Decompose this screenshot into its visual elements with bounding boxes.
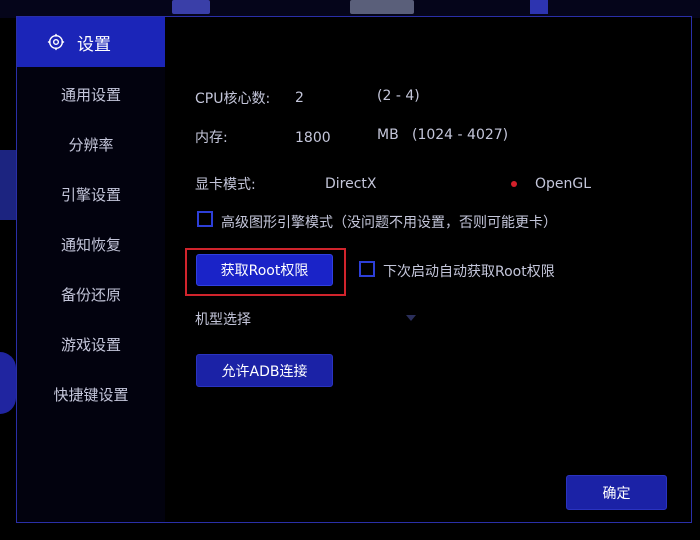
- device-model-label: 机型选择: [195, 312, 251, 328]
- sidebar-item-general[interactable]: 通用设置: [17, 84, 165, 105]
- memory-label: 内存:: [195, 130, 228, 146]
- sidebar-item-backup[interactable]: 备份还原: [17, 284, 165, 305]
- memory-range: (1024 - 4027): [412, 127, 509, 143]
- settings-sidebar: 设置 通用设置 分辨率 引擎设置 通知恢复 备份还原 游戏设置 快捷键设置: [17, 17, 165, 522]
- cpu-label: CPU核心数:: [195, 91, 271, 107]
- advanced-engine-checkbox[interactable]: [197, 211, 213, 227]
- sidebar-item-engine[interactable]: 引擎设置: [17, 184, 165, 205]
- graphics-option-directx[interactable]: DirectX: [325, 176, 377, 192]
- sidebar-header: 设置: [17, 17, 165, 67]
- get-root-button[interactable]: 获取Root权限: [196, 254, 333, 286]
- background-fragment: [530, 0, 548, 14]
- cpu-range: (2 - 4): [377, 88, 420, 104]
- settings-dialog: 设置 通用设置 分辨率 引擎设置 通知恢复 备份还原 游戏设置 快捷键设置 CP…: [16, 16, 692, 523]
- allow-adb-button[interactable]: 允许ADB连接: [196, 354, 333, 387]
- auto-root-label: 下次启动自动获取Root权限: [383, 264, 555, 280]
- sidebar-item-game[interactable]: 游戏设置: [17, 334, 165, 355]
- sidebar-title: 设置: [77, 34, 111, 55]
- chevron-down-icon[interactable]: [406, 315, 416, 321]
- sidebar-item-resolution[interactable]: 分辨率: [17, 134, 165, 155]
- graphics-option-opengl[interactable]: OpenGL: [535, 176, 591, 192]
- memory-value-input[interactable]: 1800: [295, 130, 331, 146]
- advanced-engine-label: 高级图形引擎模式（没问题不用设置，否则可能更卡）: [221, 215, 557, 231]
- background-fragment: [350, 0, 414, 14]
- memory-unit: MB: [377, 127, 399, 143]
- background-side-button: [0, 352, 16, 414]
- background-fragment: [172, 0, 210, 14]
- radio-selected-dot[interactable]: [511, 181, 517, 187]
- graphics-mode-label: 显卡模式:: [195, 177, 256, 193]
- cpu-value-input[interactable]: 2: [295, 90, 304, 106]
- gear-icon: [47, 33, 65, 51]
- auto-root-checkbox[interactable]: [359, 261, 375, 277]
- confirm-button[interactable]: 确定: [566, 475, 667, 510]
- sidebar-item-notification[interactable]: 通知恢复: [17, 234, 165, 255]
- sidebar-item-hotkeys[interactable]: 快捷键设置: [17, 384, 165, 405]
